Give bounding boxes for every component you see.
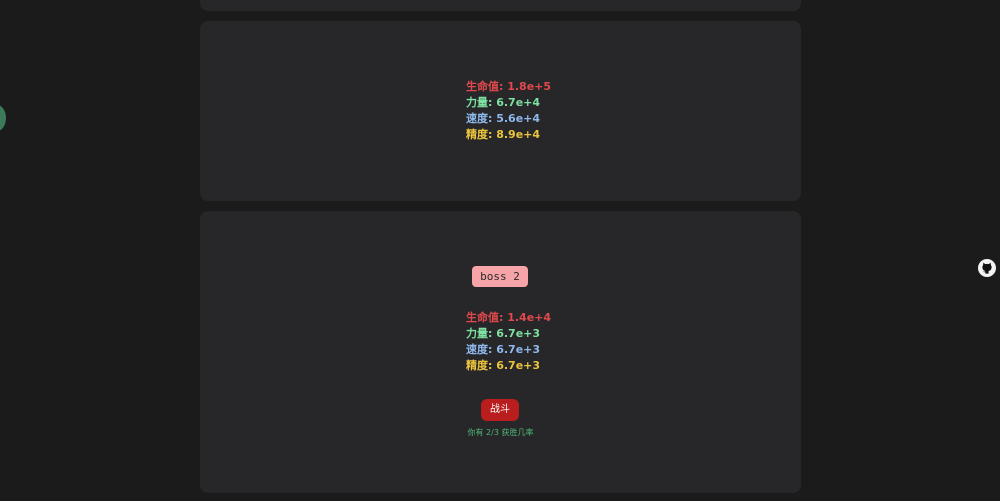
fight-button[interactable]: 战斗 bbox=[481, 399, 519, 421]
side-toggle-icon[interactable] bbox=[0, 105, 6, 131]
boss-accuracy: 精度: 6.7e+3 bbox=[466, 359, 541, 372]
player-stats: 生命值: 1.8e+5 力量: 6.7e+4 速度: 5.6e+4 精度: 8.… bbox=[466, 79, 551, 143]
boss-card: boss 2 生命值: 1.4e+4 力量: 6.7e+3 速度: 6.7e+3… bbox=[200, 211, 801, 493]
player-speed: 速度: 5.6e+4 bbox=[466, 112, 541, 125]
player-hp: 生命值: 1.8e+5 bbox=[466, 80, 552, 93]
boss-stats: 生命值: 1.4e+4 力量: 6.7e+3 速度: 6.7e+3 精度: 6.… bbox=[466, 310, 551, 374]
win-chance-text: 你有 2/3 获胜几率 bbox=[467, 428, 534, 437]
player-accuracy: 精度: 8.9e+4 bbox=[466, 128, 541, 141]
github-icon[interactable] bbox=[978, 259, 996, 277]
player-stats-card: 生命值: 1.8e+5 力量: 6.7e+4 速度: 5.6e+4 精度: 8.… bbox=[200, 21, 801, 201]
previous-card bbox=[200, 0, 801, 11]
player-strength: 力量: 6.7e+4 bbox=[466, 96, 541, 109]
boss-hp: 生命值: 1.4e+4 bbox=[466, 311, 552, 324]
game-page: 生命值: 1.8e+5 力量: 6.7e+4 速度: 5.6e+4 精度: 8.… bbox=[0, 0, 1000, 501]
boss-strength: 力量: 6.7e+3 bbox=[466, 327, 541, 340]
boss-speed: 速度: 6.7e+3 bbox=[466, 343, 541, 356]
github-icon-glyph bbox=[982, 262, 992, 274]
boss-name-tag: boss 2 bbox=[472, 266, 528, 287]
